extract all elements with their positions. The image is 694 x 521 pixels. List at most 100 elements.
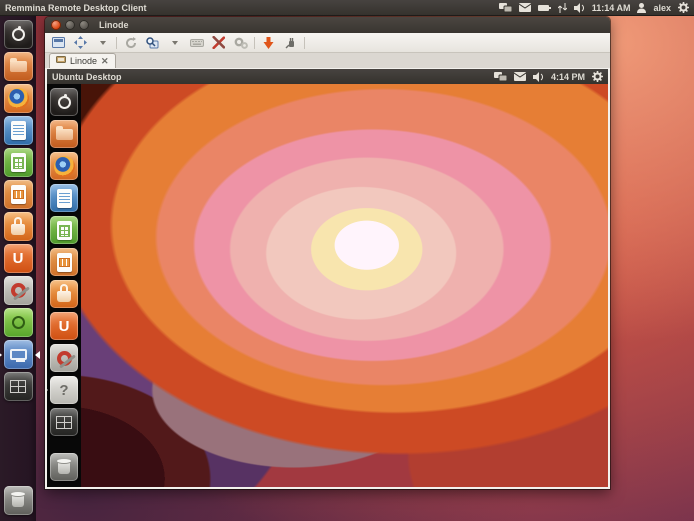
ubuntu-one-icon: U — [13, 251, 24, 266]
launcher-item-home-folder[interactable] — [4, 52, 33, 81]
tab-linode[interactable]: Linode ✕ — [49, 53, 116, 68]
launcher-item-libreoffice-impress[interactable] — [4, 180, 33, 209]
active-app-title: Remmina Remote Desktop Client — [5, 3, 147, 13]
focused-indicator — [35, 351, 40, 359]
username[interactable]: alex — [653, 3, 671, 13]
launcher-item-system-settings[interactable] — [50, 344, 78, 372]
libreoffice-writer-icon — [11, 121, 26, 140]
scaled-mode-button[interactable] — [144, 35, 161, 50]
scaled-mode-dropdown-icon[interactable] — [166, 35, 183, 50]
launcher-item-firefox[interactable] — [50, 152, 78, 180]
workspace-switcher-icon — [56, 416, 72, 429]
unknown-app-icon: ? — [59, 383, 68, 398]
launcher-item-trash[interactable] — [50, 453, 78, 481]
remote-indicator-area: 4:14 PM — [494, 71, 603, 82]
disconnect-button[interactable] — [282, 35, 299, 50]
tools-button[interactable] — [210, 35, 227, 50]
close-window-button[interactable] — [51, 20, 61, 30]
launcher-item-libreoffice-calc[interactable] — [4, 148, 33, 177]
ubuntu-logo-icon — [12, 316, 25, 329]
launcher-item-dash-home[interactable] — [4, 20, 33, 49]
launcher-item-ubuntu-logo[interactable] — [4, 308, 33, 337]
launcher-item-workspace-switcher[interactable] — [4, 372, 33, 401]
screen: Remmina Remote Desktop Client 11:14 AM a… — [0, 0, 694, 521]
remote-active-app-title: Ubuntu Desktop — [52, 72, 122, 82]
remote-unity-launcher: U? — [47, 84, 81, 487]
remote-network-icon[interactable] — [499, 3, 512, 13]
home-folder-icon — [56, 129, 73, 140]
gear-icon[interactable] — [592, 71, 603, 82]
maximize-window-button[interactable] — [79, 20, 89, 30]
remote-clock[interactable]: 4:14 PM — [551, 72, 585, 82]
minimize-to-tray-button[interactable] — [260, 35, 277, 50]
libreoffice-impress-icon — [11, 185, 26, 204]
minimize-window-button[interactable] — [65, 20, 75, 30]
sync-arrows-icon[interactable] — [558, 3, 567, 13]
home-folder-icon — [10, 61, 27, 72]
tab-strip: Linode ✕ — [45, 53, 610, 68]
volume-icon[interactable] — [574, 3, 585, 13]
launcher-item-ubuntu-one[interactable]: U — [4, 244, 33, 273]
unity-launcher: U — [0, 16, 36, 521]
dash-home-icon — [58, 96, 71, 109]
volume-icon[interactable] — [533, 72, 544, 82]
launcher-item-ubuntu-software-center[interactable] — [50, 280, 78, 308]
firefox-icon — [8, 88, 29, 109]
launcher-item-libreoffice-calc[interactable] — [50, 216, 78, 244]
refresh-button[interactable] — [122, 35, 139, 50]
launcher-item-remmina[interactable] — [4, 340, 33, 369]
system-settings-icon — [57, 351, 72, 366]
remmina-window: Linode Linode ✕ — [45, 17, 610, 489]
toolbar-separator — [304, 37, 305, 49]
ubuntu-software-center-icon — [57, 291, 71, 302]
libreoffice-calc-icon — [11, 153, 26, 172]
ubuntu-software-center-icon — [11, 224, 25, 235]
remote-screen[interactable]: U? — [47, 84, 608, 487]
fullscreen-toggle-button[interactable] — [50, 35, 67, 50]
keyboard-grab-button[interactable] — [188, 35, 205, 50]
battery-icon[interactable] — [538, 4, 551, 12]
launcher-item-unknown-app[interactable]: ? — [50, 376, 78, 404]
remmina-toolbar — [45, 33, 610, 53]
remote-viewport[interactable]: Ubuntu Desktop 4:14 PM U? — [45, 68, 610, 489]
launcher-item-trash[interactable] — [4, 486, 33, 515]
toolbar-separator — [254, 37, 255, 49]
launcher-item-ubuntu-software-center[interactable] — [4, 212, 33, 241]
libreoffice-calc-icon — [57, 221, 72, 240]
fit-window-dropdown-icon[interactable] — [94, 35, 111, 50]
user-icon[interactable] — [637, 3, 646, 13]
top-panel: Remmina Remote Desktop Client 11:14 AM a… — [0, 0, 694, 16]
firefox-icon — [54, 156, 75, 177]
launcher-item-libreoffice-writer[interactable] — [4, 116, 33, 145]
ubuntu-one-icon: U — [59, 319, 70, 334]
remote-network-icon[interactable] — [494, 72, 507, 82]
preferences-gears-button[interactable] — [232, 35, 249, 50]
remote-wallpaper[interactable] — [47, 84, 608, 487]
dash-home-icon — [12, 28, 25, 41]
gear-icon[interactable] — [678, 2, 689, 13]
trash-icon — [12, 494, 24, 507]
toolbar-separator — [116, 37, 117, 49]
tab-connection-icon — [56, 56, 66, 66]
launcher-item-system-settings[interactable] — [4, 276, 33, 305]
launcher-item-firefox[interactable] — [4, 84, 33, 113]
trash-icon — [58, 461, 70, 474]
launcher-item-dash-home[interactable] — [50, 88, 78, 116]
mail-icon[interactable] — [514, 72, 526, 81]
running-indicator — [47, 386, 48, 394]
launcher-item-ubuntu-one[interactable]: U — [50, 312, 78, 340]
clock[interactable]: 11:14 AM — [592, 3, 631, 13]
tab-close-icon[interactable]: ✕ — [101, 57, 109, 66]
libreoffice-writer-icon — [57, 189, 72, 208]
launcher-item-workspace-switcher[interactable] — [50, 408, 78, 436]
remmina-icon — [10, 349, 27, 360]
launcher-item-libreoffice-writer[interactable] — [50, 184, 78, 212]
window-titlebar[interactable]: Linode — [45, 17, 610, 33]
fit-window-button[interactable] — [72, 35, 89, 50]
launcher-item-home-folder[interactable] — [50, 120, 78, 148]
launcher-item-libreoffice-impress[interactable] — [50, 248, 78, 276]
workspace-switcher-icon — [10, 380, 26, 393]
mail-icon[interactable] — [519, 3, 531, 12]
indicator-area: 11:14 AM alex — [499, 2, 689, 13]
window-title: Linode — [99, 20, 129, 30]
